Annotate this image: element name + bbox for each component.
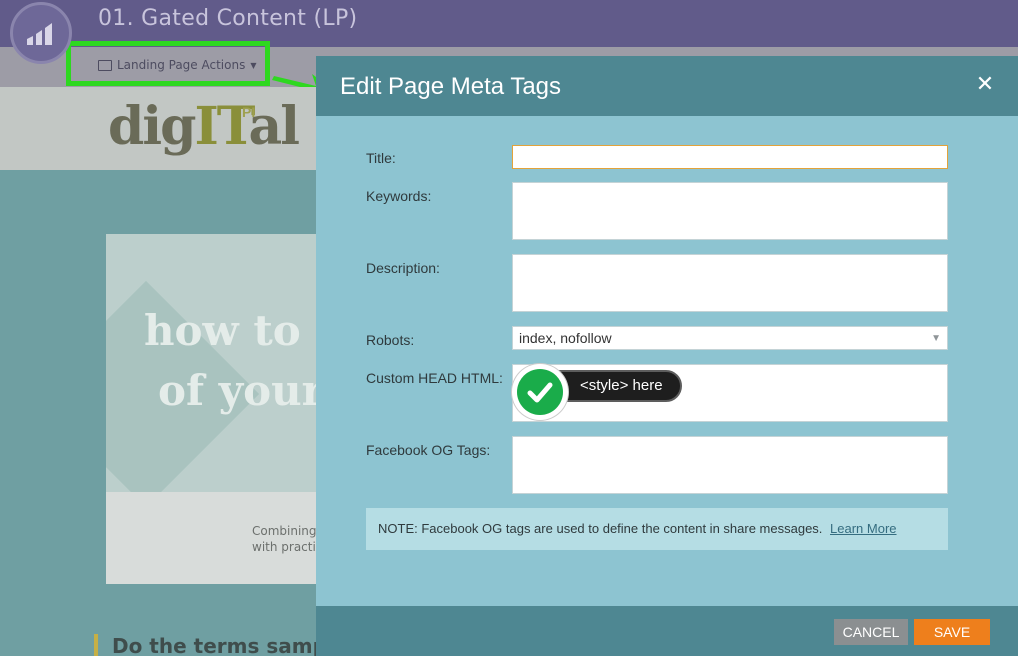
- save-button[interactable]: SAVE: [914, 619, 990, 645]
- edit-meta-tags-dialog: Edit Page Meta Tags ✕ Title: Keywords: D…: [316, 56, 1018, 656]
- brand-badge: PI: [242, 104, 256, 120]
- hero-caption-line-2: with practic: [252, 540, 316, 554]
- keywords-label: Keywords:: [366, 188, 432, 204]
- keywords-textarea[interactable]: [512, 182, 948, 240]
- note-text: NOTE: Facebook OG tags are used to defin…: [378, 521, 823, 536]
- hero-image: how to r of your Combining with practic: [106, 234, 316, 584]
- hero-heading-line-2: of your: [158, 366, 316, 415]
- section-question: Do the terms samp: [94, 634, 327, 656]
- dialog-body: Title: Keywords: Description: Robots: in…: [316, 116, 1018, 606]
- robots-label: Robots:: [366, 332, 415, 348]
- close-icon[interactable]: ✕: [974, 74, 996, 96]
- check-icon: [517, 369, 563, 415]
- og-tags-textarea[interactable]: [512, 436, 948, 494]
- page-title: 01. Gated Content (LP): [98, 6, 358, 31]
- custom-head-label: Custom HEAD HTML:: [366, 370, 503, 386]
- learn-more-link[interactable]: Learn More: [830, 521, 896, 536]
- dialog-title: Edit Page Meta Tags: [340, 73, 562, 100]
- highlight-box: [66, 41, 270, 86]
- chevron-down-icon: ▼: [931, 332, 941, 344]
- description-textarea[interactable]: [512, 254, 948, 312]
- dialog-footer: CANCEL SAVE: [316, 606, 1018, 656]
- marketo-logo-icon[interactable]: [10, 2, 72, 64]
- title-label: Title:: [366, 150, 396, 166]
- hero-heading-line-1: how to r: [144, 306, 316, 355]
- title-input[interactable]: [512, 145, 948, 169]
- hero-caption-band: [106, 492, 316, 584]
- og-tags-label: Facebook OG Tags:: [366, 442, 491, 458]
- robots-select[interactable]: index, nofollow ▼: [512, 326, 948, 350]
- brand-highlight: IT: [194, 96, 250, 157]
- brand-suffix: al: [248, 96, 300, 157]
- dialog-header: Edit Page Meta Tags ✕: [316, 56, 1018, 116]
- description-label: Description:: [366, 260, 440, 276]
- hero-caption-line-1: Combining: [252, 524, 316, 538]
- brand-prefix: dig: [108, 96, 196, 157]
- check-badge: [512, 364, 568, 420]
- brand-logo: digITal: [108, 96, 300, 157]
- style-here-callout: <style> here: [512, 364, 688, 420]
- cancel-button[interactable]: CANCEL: [834, 619, 908, 645]
- robots-selected-value: index, nofollow: [519, 330, 612, 346]
- og-tags-note: NOTE: Facebook OG tags are used to defin…: [366, 508, 948, 550]
